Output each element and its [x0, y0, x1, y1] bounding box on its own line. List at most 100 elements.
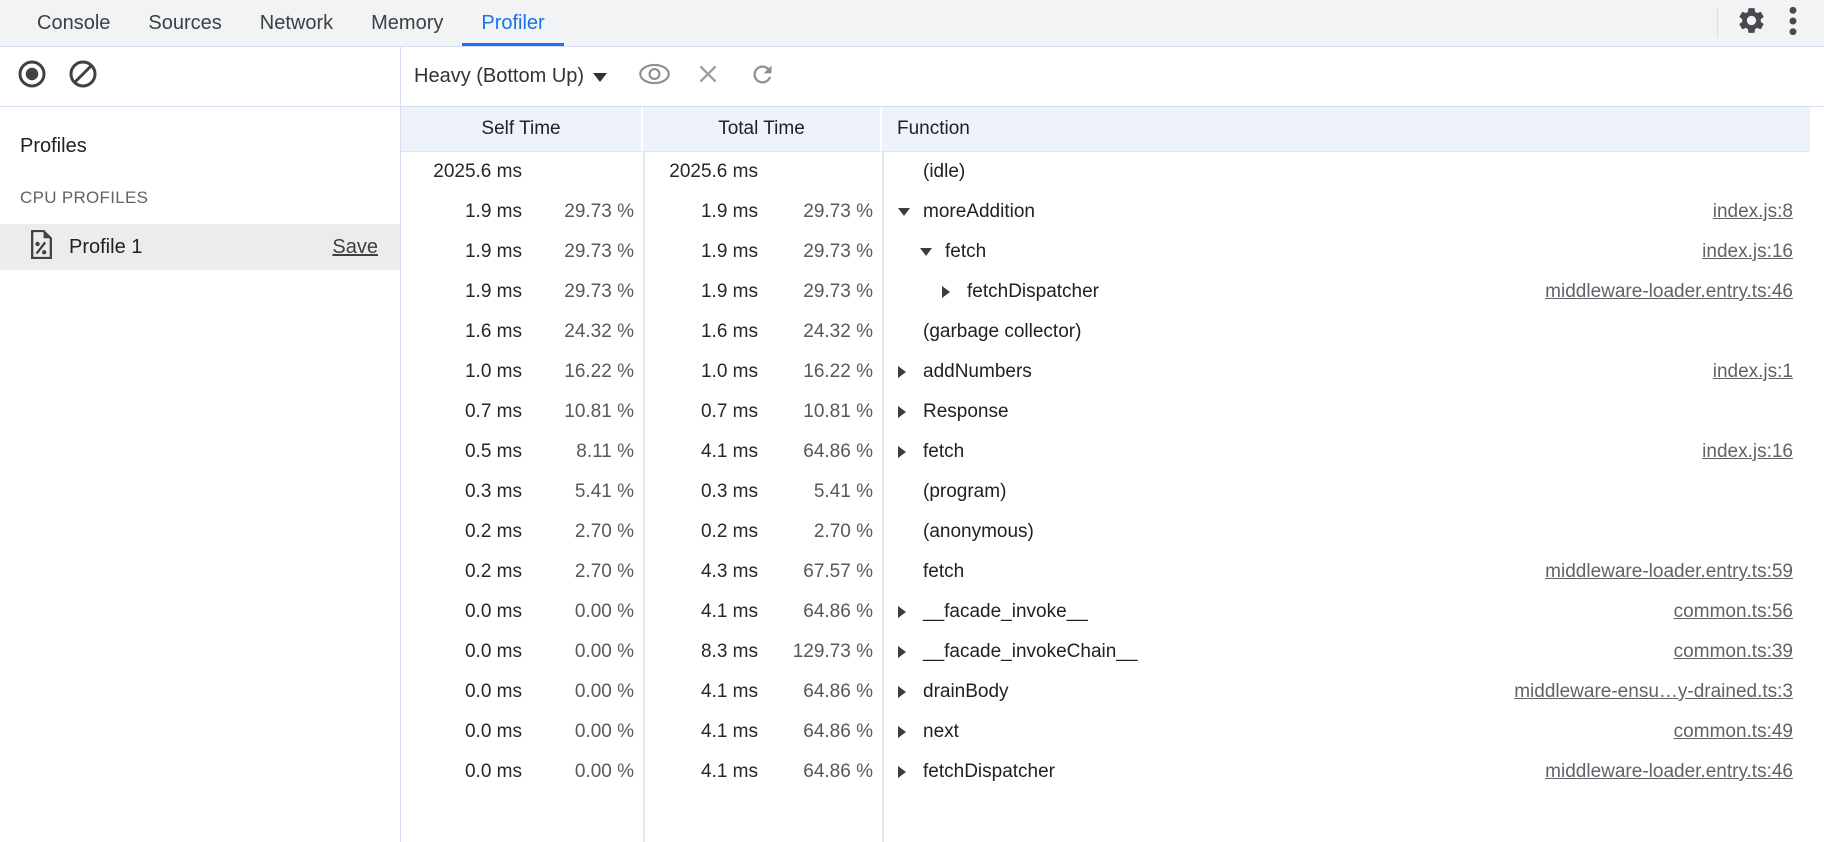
self-time-percent: 29.73 %	[522, 281, 645, 303]
triangle-right-icon	[898, 686, 906, 698]
total-time-percent: 5.41 %	[758, 481, 884, 503]
devtools-tabbar: ConsoleSourcesNetworkMemoryProfiler	[0, 0, 1824, 47]
tree-toggle[interactable]	[898, 646, 923, 658]
total-time-ms: 1.9 ms	[645, 201, 758, 223]
record-button[interactable]	[17, 62, 47, 92]
self-time-percent: 0.00 %	[522, 721, 645, 743]
total-time-ms: 1.6 ms	[645, 321, 758, 343]
source-link[interactable]: middleware-loader.entry.ts:59	[1525, 561, 1810, 583]
self-time-percent: 2.70 %	[522, 521, 645, 543]
source-link[interactable]: common.ts:49	[1654, 721, 1810, 743]
table-row[interactable]: 0.0 ms0.00 %4.1 ms64.86 %__facade_invoke…	[401, 592, 1810, 632]
column-header-self-time[interactable]: Self Time	[401, 107, 643, 151]
triangle-right-icon	[898, 366, 906, 378]
total-time-percent: 29.73 %	[758, 201, 884, 223]
table-row[interactable]: 0.2 ms2.70 %4.3 ms67.57 %fetchmiddleware…	[401, 552, 1810, 592]
total-time-cell: 1.9 ms29.73 %	[645, 281, 884, 303]
total-time-percent: 64.86 %	[758, 721, 884, 743]
table-row[interactable]: 0.3 ms5.41 %0.3 ms5.41 %(program)	[401, 472, 1810, 512]
tree-toggle[interactable]	[920, 248, 945, 256]
tree-toggle[interactable]	[898, 686, 923, 698]
exclude-function-button[interactable]	[687, 56, 729, 98]
self-time-percent: 0.00 %	[522, 601, 645, 623]
restore-functions-button[interactable]	[741, 56, 783, 98]
total-time-percent: 64.86 %	[758, 441, 884, 463]
table-row[interactable]: 1.9 ms29.73 %1.9 ms29.73 %fetchindex.js:…	[401, 232, 1810, 272]
function-cell: fetchDispatchermiddleware-loader.entry.t…	[884, 281, 1810, 303]
tree-toggle[interactable]	[942, 286, 967, 298]
self-time-cell: 0.0 ms0.00 %	[401, 721, 645, 743]
tree-toggle[interactable]	[898, 606, 923, 618]
table-row[interactable]: 1.0 ms16.22 %1.0 ms16.22 %addNumbersinde…	[401, 352, 1810, 392]
total-time-ms: 0.3 ms	[645, 481, 758, 503]
tree-indent	[884, 172, 898, 173]
record-icon	[17, 59, 47, 94]
total-time-percent: 24.32 %	[758, 321, 884, 343]
total-time-ms: 0.2 ms	[645, 521, 758, 543]
total-time-ms: 1.0 ms	[645, 361, 758, 383]
sidebar-item-profile-1[interactable]: Profile 1 Save	[0, 224, 400, 270]
function-cell: Response	[884, 401, 1810, 423]
self-time-ms: 0.0 ms	[401, 721, 522, 743]
total-time-ms: 4.1 ms	[645, 441, 758, 463]
function-cell: __facade_invoke__common.ts:56	[884, 601, 1810, 623]
self-time-ms: 0.0 ms	[401, 601, 522, 623]
table-row[interactable]: 0.0 ms0.00 %4.1 ms64.86 %nextcommon.ts:4…	[401, 712, 1810, 752]
gear-icon	[1736, 5, 1767, 41]
source-link[interactable]: common.ts:39	[1654, 641, 1810, 663]
source-link[interactable]: index.js:8	[1693, 201, 1810, 223]
table-row[interactable]: 1.9 ms29.73 %1.9 ms29.73 %fetchDispatche…	[401, 272, 1810, 312]
view-mode-dropdown[interactable]: Heavy (Bottom Up)	[414, 65, 607, 88]
more-options-button[interactable]	[1772, 2, 1814, 44]
table-row[interactable]: 0.5 ms8.11 %4.1 ms64.86 %fetchindex.js:1…	[401, 432, 1810, 472]
function-cell: fetchindex.js:16	[884, 241, 1810, 263]
clear-profiles-button[interactable]	[68, 62, 98, 92]
source-link[interactable]: common.ts:56	[1654, 601, 1810, 623]
source-link[interactable]: middleware-loader.entry.ts:46	[1525, 761, 1810, 783]
table-row[interactable]: 2025.6 ms2025.6 ms(idle)	[401, 152, 1810, 192]
profile-name: Profile 1	[69, 236, 142, 259]
tab-profiler[interactable]: Profiler	[462, 0, 563, 46]
triangle-right-icon	[942, 286, 950, 298]
function-cell: (garbage collector)	[884, 321, 1810, 343]
self-time-ms: 0.0 ms	[401, 761, 522, 783]
total-time-ms: 4.1 ms	[645, 721, 758, 743]
self-time-ms: 1.9 ms	[401, 281, 522, 303]
save-profile-link[interactable]: Save	[332, 236, 378, 259]
table-row[interactable]: 0.7 ms10.81 %0.7 ms10.81 %Response	[401, 392, 1810, 432]
table-row[interactable]: 0.0 ms0.00 %4.1 ms64.86 %drainBodymiddle…	[401, 672, 1810, 712]
source-link[interactable]: index.js:16	[1682, 441, 1810, 463]
table-row[interactable]: 0.2 ms2.70 %0.2 ms2.70 %(anonymous)	[401, 512, 1810, 552]
tab-console[interactable]: Console	[18, 0, 129, 46]
total-time-cell: 8.3 ms129.73 %	[645, 641, 884, 663]
tree-toggle[interactable]	[898, 766, 923, 778]
tree-toggle[interactable]	[898, 366, 923, 378]
table-row[interactable]: 0.0 ms0.00 %8.3 ms129.73 %__facade_invok…	[401, 632, 1810, 672]
source-link[interactable]: middleware-ensu…y-drained.ts:3	[1494, 681, 1810, 703]
settings-button[interactable]	[1730, 2, 1772, 44]
column-header-function[interactable]: Function	[882, 107, 1810, 151]
self-time-cell: 0.0 ms0.00 %	[401, 601, 645, 623]
source-link[interactable]: index.js:16	[1682, 241, 1810, 263]
triangle-right-icon	[898, 646, 906, 658]
table-row[interactable]: 1.6 ms24.32 %1.6 ms24.32 %(garbage colle…	[401, 312, 1810, 352]
tab-memory[interactable]: Memory	[352, 0, 462, 46]
source-link[interactable]: index.js:1	[1693, 361, 1810, 383]
tree-toggle[interactable]	[898, 208, 923, 216]
tab-sources[interactable]: Sources	[129, 0, 240, 46]
self-time-ms: 0.5 ms	[401, 441, 522, 463]
tabbar-divider	[1717, 8, 1718, 38]
source-link[interactable]: middleware-loader.entry.ts:46	[1525, 281, 1810, 303]
table-row[interactable]: 1.9 ms29.73 %1.9 ms29.73 %moreAdditionin…	[401, 192, 1810, 232]
close-icon	[695, 61, 721, 92]
tree-indent	[884, 572, 898, 573]
triangle-right-icon	[898, 406, 906, 418]
table-row[interactable]: 0.0 ms0.00 %4.1 ms64.86 %fetchDispatcher…	[401, 752, 1810, 792]
tree-toggle[interactable]	[898, 446, 923, 458]
tab-network[interactable]: Network	[241, 0, 352, 46]
total-time-percent: 129.73 %	[758, 641, 884, 663]
focus-visibility-button[interactable]	[633, 56, 675, 98]
tree-toggle[interactable]	[898, 406, 923, 418]
tree-toggle[interactable]	[898, 726, 923, 738]
column-header-total-time[interactable]: Total Time	[643, 107, 882, 151]
